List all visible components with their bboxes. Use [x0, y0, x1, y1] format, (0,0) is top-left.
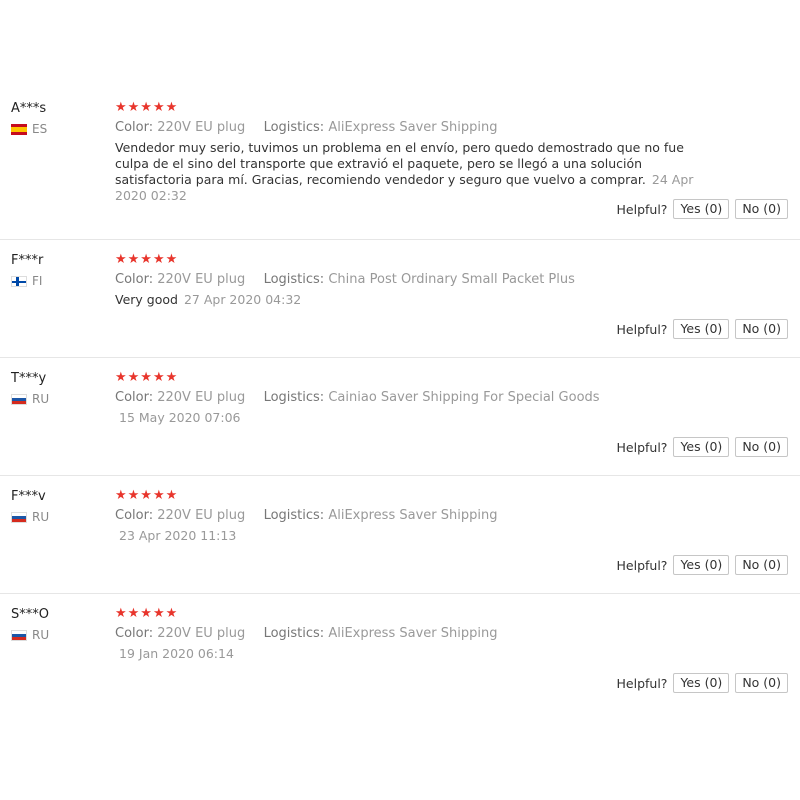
helpful-label: Helpful?	[616, 557, 668, 573]
review-content: 23 Apr 2020 11:13	[115, 528, 715, 544]
review-meta: Color: 220V EU plug Logistics: AliExpres…	[115, 625, 725, 642]
review-item: F***r FI ★★★★★ Color: 220V EU plug Logis…	[0, 240, 800, 358]
helpful-label: Helpful?	[616, 675, 668, 691]
logistics-label: Logistics:	[263, 390, 325, 405]
reviewer-country: ES	[11, 122, 47, 136]
color-value: 220V EU plug	[157, 272, 246, 287]
reviewer-info: F***v RU	[11, 489, 49, 524]
russia-flag-icon	[11, 629, 27, 641]
country-code: FI	[32, 274, 43, 288]
country-code: RU	[32, 510, 50, 524]
review-date: 27 Apr 2020 04:32	[183, 292, 302, 307]
helpful-controls: Helpful? Yes (0) No (0)	[617, 437, 788, 457]
logistics-value: AliExpress Saver Shipping	[328, 508, 498, 523]
star-rating: ★★★★★	[115, 100, 179, 115]
reviewer-name: S***O	[11, 607, 49, 622]
color-label: Color:	[115, 120, 154, 135]
helpful-yes-button[interactable]: Yes (0)	[673, 437, 730, 457]
helpful-yes-button[interactable]: Yes (0)	[673, 319, 730, 339]
helpful-no-button[interactable]: No (0)	[735, 199, 788, 219]
helpful-yes-button[interactable]: Yes (0)	[673, 555, 730, 575]
helpful-label: Helpful?	[616, 321, 668, 337]
review-item: T***y RU ★★★★★ Color: 220V EU plug Logis…	[0, 358, 800, 476]
logistics-value: China Post Ordinary Small Packet Plus	[328, 272, 575, 287]
helpful-no-button[interactable]: No (0)	[735, 555, 788, 575]
review-item: F***v RU ★★★★★ Color: 220V EU plug Logis…	[0, 476, 800, 594]
reviewer-country: RU	[11, 628, 49, 642]
helpful-controls: Helpful? Yes (0) No (0)	[617, 199, 788, 219]
review-list: A***s ES ★★★★★ Color: 220V EU plug Logis…	[0, 88, 800, 712]
helpful-controls: Helpful? Yes (0) No (0)	[617, 319, 788, 339]
helpful-no-button[interactable]: No (0)	[735, 437, 788, 457]
helpful-controls: Helpful? Yes (0) No (0)	[617, 555, 788, 575]
review-date: 15 May 2020 07:06	[119, 410, 241, 425]
review-meta: Color: 220V EU plug Logistics: China Pos…	[115, 271, 725, 288]
logistics-value: Cainiao Saver Shipping For Special Goods	[328, 390, 600, 405]
color-label: Color:	[115, 508, 154, 523]
review-meta: Color: 220V EU plug Logistics: AliExpres…	[115, 507, 725, 524]
review-item: S***O RU ★★★★★ Color: 220V EU plug Logis…	[0, 594, 800, 712]
review-body: ★★★★★ Color: 220V EU plug Logistics: Ali…	[115, 488, 725, 544]
review-content: Very good 27 Apr 2020 04:32	[115, 292, 715, 308]
color-label: Color:	[115, 390, 154, 405]
country-code: ES	[32, 122, 48, 136]
review-body: ★★★★★ Color: 220V EU plug Logistics: Chi…	[115, 252, 725, 308]
spain-flag-icon	[11, 123, 27, 135]
helpful-no-button[interactable]: No (0)	[735, 673, 788, 693]
review-text: Vendedor muy serio, tuvimos un problema …	[115, 140, 684, 187]
review-content: 19 Jan 2020 06:14	[115, 646, 715, 662]
logistics-value: AliExpress Saver Shipping	[328, 120, 498, 135]
color-value: 220V EU plug	[157, 390, 246, 405]
country-code: RU	[32, 392, 50, 406]
reviewer-name: F***v	[11, 489, 46, 504]
reviewer-name: A***s	[11, 101, 47, 116]
review-body: ★★★★★ Color: 220V EU plug Logistics: Ali…	[115, 606, 725, 662]
russia-flag-icon	[11, 511, 27, 523]
logistics-label: Logistics:	[263, 508, 325, 523]
reviewer-country: RU	[11, 392, 49, 406]
review-date: 23 Apr 2020 11:13	[119, 528, 237, 543]
color-label: Color:	[115, 626, 154, 641]
color-label: Color:	[115, 272, 154, 287]
country-code: RU	[32, 628, 50, 642]
logistics-label: Logistics:	[263, 120, 325, 135]
star-rating: ★★★★★	[115, 606, 179, 621]
star-rating: ★★★★★	[115, 370, 179, 385]
review-content: Vendedor muy serio, tuvimos un problema …	[115, 140, 715, 204]
russia-flag-icon	[11, 393, 27, 405]
color-value: 220V EU plug	[157, 508, 246, 523]
reviewer-country: FI	[11, 274, 43, 288]
reviewer-info: F***r FI	[11, 253, 43, 288]
helpful-label: Helpful?	[616, 439, 668, 455]
logistics-label: Logistics:	[263, 626, 325, 641]
review-body: ★★★★★ Color: 220V EU plug Logistics: Cai…	[115, 370, 725, 426]
color-value: 220V EU plug	[157, 626, 246, 641]
helpful-yes-button[interactable]: Yes (0)	[673, 673, 730, 693]
logistics-value: AliExpress Saver Shipping	[328, 626, 498, 641]
review-date: 19 Jan 2020 06:14	[119, 646, 234, 661]
reviewer-name: T***y	[11, 371, 47, 386]
review-item: A***s ES ★★★★★ Color: 220V EU plug Logis…	[0, 88, 800, 240]
helpful-label: Helpful?	[616, 201, 668, 217]
reviewer-info: A***s ES	[11, 101, 47, 136]
helpful-yes-button[interactable]: Yes (0)	[673, 199, 730, 219]
reviewer-info: S***O RU	[11, 607, 49, 642]
reviewer-name: F***r	[11, 253, 44, 268]
star-rating: ★★★★★	[115, 252, 179, 267]
star-rating: ★★★★★	[115, 488, 179, 503]
helpful-controls: Helpful? Yes (0) No (0)	[617, 673, 788, 693]
finland-flag-icon	[11, 275, 27, 287]
logistics-label: Logistics:	[263, 272, 325, 287]
review-body: ★★★★★ Color: 220V EU plug Logistics: Ali…	[115, 100, 725, 204]
review-text: Very good	[115, 292, 178, 307]
review-content: 15 May 2020 07:06	[115, 410, 715, 426]
review-meta: Color: 220V EU plug Logistics: AliExpres…	[115, 119, 725, 136]
reviewer-info: T***y RU	[11, 371, 49, 406]
reviewer-country: RU	[11, 510, 49, 524]
review-meta: Color: 220V EU plug Logistics: Cainiao S…	[115, 389, 725, 406]
helpful-no-button[interactable]: No (0)	[735, 319, 788, 339]
color-value: 220V EU plug	[157, 120, 246, 135]
